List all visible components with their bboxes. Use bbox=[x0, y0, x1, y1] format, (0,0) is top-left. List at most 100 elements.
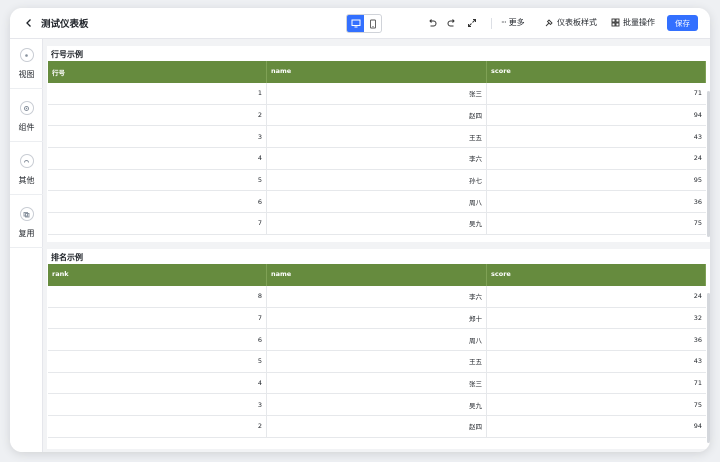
table-cell: 张三 bbox=[267, 372, 487, 394]
table-cell: 94 bbox=[693, 422, 702, 431]
sidebar-item-label: 复用 bbox=[18, 229, 35, 238]
back-arrow-icon[interactable] bbox=[20, 14, 38, 32]
table-cell: 5 bbox=[48, 351, 267, 372]
sidebar-item-other[interactable]: 其他 bbox=[10, 145, 43, 195]
table-row: 1 张三 71 bbox=[48, 83, 706, 105]
column-header[interactable]: score bbox=[487, 264, 706, 286]
sidebar-item-view[interactable]: 视图 bbox=[10, 39, 43, 89]
desktop-view-button[interactable] bbox=[347, 15, 364, 32]
table-scrollbar[interactable] bbox=[707, 293, 710, 443]
rank-table-widget[interactable]: 排名示例 rank name score 8 李六 24 7 郑十 32 6 周… bbox=[47, 249, 710, 449]
column-header[interactable]: name bbox=[267, 264, 487, 286]
table-cell: 36 bbox=[693, 197, 702, 206]
table-row: 3 吴九 75 bbox=[48, 394, 706, 417]
table-cell: 95 bbox=[693, 176, 702, 185]
table-cell: 吴九 bbox=[267, 394, 487, 416]
save-button[interactable]: 保存 bbox=[667, 15, 698, 31]
table-cell: 4 bbox=[48, 148, 267, 169]
reuse-icon bbox=[19, 207, 34, 221]
table-row: 2 赵四 94 bbox=[48, 416, 706, 438]
dashboard-style-label: 仪表板样式 bbox=[557, 18, 597, 27]
data-table: 行号 name score 1 张三 71 2 赵四 94 3 王五 43 4 … bbox=[48, 61, 706, 235]
dashboard-editor-window: 测试仪表板 ··· 更多 仪表板样式 批量操作 保存 视图 组件 其他 复用 行… bbox=[10, 8, 710, 452]
table-row: 7 吴九 75 bbox=[48, 213, 706, 235]
undo-icon[interactable] bbox=[426, 17, 438, 29]
table-cell: 24 bbox=[693, 154, 702, 163]
table-cell: 张三 bbox=[267, 83, 487, 104]
widget-title: 排名示例 bbox=[51, 253, 83, 262]
device-view-toggle bbox=[346, 14, 382, 33]
dashboard-canvas: 行号示例 行号 name score 1 张三 71 2 赵四 94 3 王五 … bbox=[43, 39, 710, 452]
column-header[interactable]: 行号 bbox=[48, 61, 267, 83]
fullscreen-icon[interactable] bbox=[466, 17, 478, 29]
table-scrollbar[interactable] bbox=[707, 91, 710, 237]
table-cell: 43 bbox=[693, 132, 702, 141]
table-row: 6 周八 36 bbox=[48, 329, 706, 352]
batch-operation-button[interactable]: 批量操作 bbox=[611, 17, 655, 28]
desktop-icon bbox=[351, 19, 360, 28]
table-cell: 吴九 bbox=[267, 213, 487, 234]
table-cell: 2 bbox=[48, 104, 267, 126]
table-cell: 周八 bbox=[267, 191, 487, 213]
mobile-view-button[interactable] bbox=[364, 15, 381, 32]
table-cell: 王五 bbox=[267, 351, 487, 372]
batch-operation-label: 批量操作 bbox=[623, 18, 655, 27]
dashboard-title: 测试仪表板 bbox=[41, 19, 89, 30]
redo-icon[interactable] bbox=[446, 17, 458, 29]
table-cell: 8 bbox=[48, 286, 267, 307]
table-cell: 王五 bbox=[267, 126, 487, 148]
table-cell: 5 bbox=[48, 169, 267, 191]
table-cell: 赵四 bbox=[267, 104, 487, 126]
table-cell: 75 bbox=[693, 400, 702, 409]
column-header[interactable]: score bbox=[487, 61, 706, 83]
left-sidebar: 视图 组件 其他 复用 bbox=[10, 39, 43, 452]
table-cell: 赵四 bbox=[267, 416, 487, 437]
table-cell: 4 bbox=[48, 372, 267, 394]
sidebar-item-reuse[interactable]: 复用 bbox=[10, 198, 43, 248]
table-cell: 36 bbox=[693, 335, 702, 344]
sidebar-item-component[interactable]: 组件 bbox=[10, 92, 43, 142]
table-cell: 71 bbox=[693, 379, 702, 388]
batch-icon bbox=[611, 18, 620, 27]
table-cell: 3 bbox=[48, 126, 267, 148]
top-toolbar: 测试仪表板 ··· 更多 仪表板样式 批量操作 保存 bbox=[10, 8, 710, 39]
toolbar-divider bbox=[491, 18, 492, 29]
table-cell: 32 bbox=[693, 314, 702, 323]
more-button[interactable]: ··· 更多 bbox=[501, 17, 525, 28]
table-row: 4 李六 24 bbox=[48, 148, 706, 170]
table-row: 7 郑十 32 bbox=[48, 307, 706, 330]
table-cell: 6 bbox=[48, 191, 267, 213]
table-cell: 7 bbox=[48, 213, 267, 234]
table-row: 3 王五 43 bbox=[48, 126, 706, 149]
column-header[interactable]: rank bbox=[48, 264, 267, 286]
column-header[interactable]: name bbox=[267, 61, 487, 83]
sidebar-item-label: 组件 bbox=[18, 123, 35, 132]
row-number-table-widget[interactable]: 行号示例 行号 name score 1 张三 71 2 赵四 94 3 王五 … bbox=[47, 46, 710, 242]
component-icon bbox=[19, 101, 34, 115]
table-cell: 孙七 bbox=[267, 169, 487, 191]
more-dots-icon: ··· bbox=[501, 18, 507, 27]
table-cell: 75 bbox=[693, 219, 702, 228]
table-cell: 43 bbox=[693, 357, 702, 366]
table-row: 2 赵四 94 bbox=[48, 104, 706, 127]
table-row: 6 周八 36 bbox=[48, 191, 706, 214]
view-icon bbox=[19, 48, 34, 62]
table-row: 5 王五 43 bbox=[48, 351, 706, 373]
table-cell: 郑十 bbox=[267, 307, 487, 329]
dashboard-style-button[interactable]: 仪表板样式 bbox=[545, 17, 597, 28]
other-icon bbox=[19, 154, 34, 168]
table-cell: 李六 bbox=[267, 286, 487, 307]
table-cell: 71 bbox=[693, 89, 702, 98]
table-row: 8 李六 24 bbox=[48, 286, 706, 308]
table-cell: 2 bbox=[48, 416, 267, 437]
table-cell: 周八 bbox=[267, 329, 487, 351]
table-cell: 1 bbox=[48, 83, 267, 104]
more-label: 更多 bbox=[508, 18, 525, 27]
table-cell: 7 bbox=[48, 307, 267, 329]
mobile-icon bbox=[369, 19, 376, 28]
table-cell: 24 bbox=[693, 292, 702, 301]
data-table: rank name score 8 李六 24 7 郑十 32 6 周八 36 … bbox=[48, 264, 706, 438]
style-brush-icon bbox=[545, 19, 553, 27]
table-cell: 3 bbox=[48, 394, 267, 416]
table-row: 4 张三 71 bbox=[48, 372, 706, 395]
